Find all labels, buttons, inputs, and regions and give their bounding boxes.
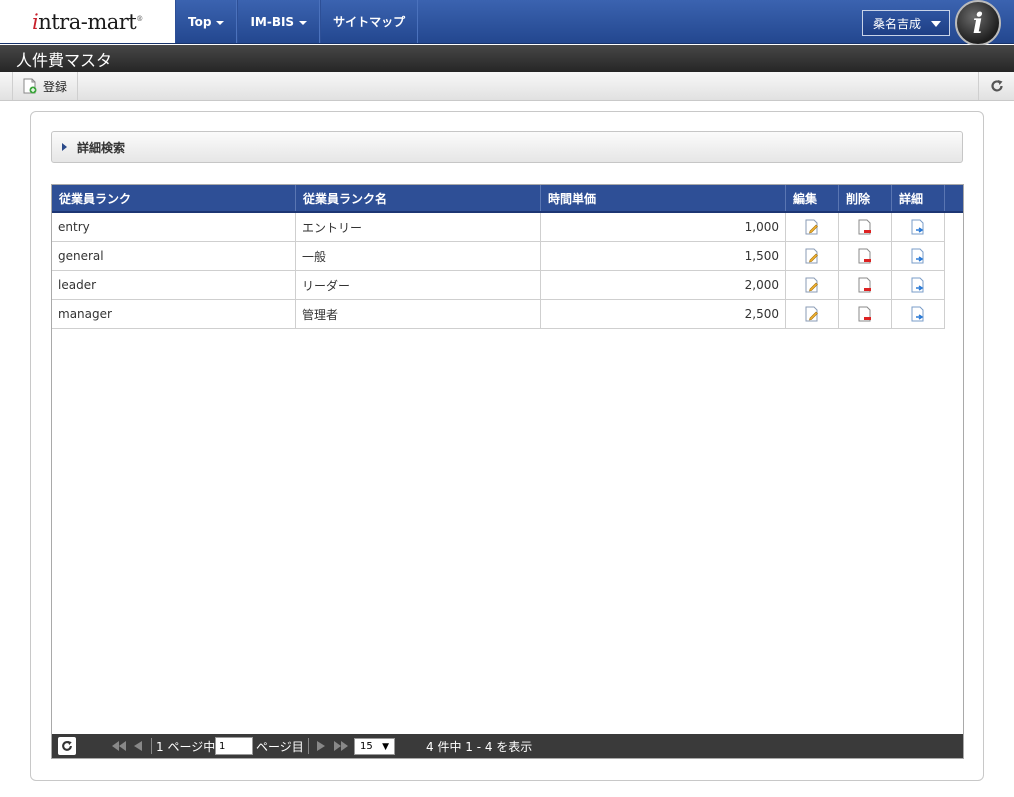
table-row[interactable]: leader リーダー 2,000 bbox=[52, 271, 945, 300]
page-suffix-text: ページ目 bbox=[256, 739, 304, 754]
refresh-icon bbox=[990, 80, 1003, 92]
delete-icon bbox=[858, 248, 871, 264]
expand-arrow-icon bbox=[62, 143, 67, 151]
delete-button[interactable] bbox=[839, 242, 892, 270]
cell-rank-name: リーダー bbox=[296, 271, 541, 299]
edit-button[interactable] bbox=[786, 271, 839, 299]
user-name: 桑名吉成 bbox=[873, 16, 922, 31]
register-button[interactable]: 登録 bbox=[12, 72, 79, 100]
triangle-down-icon bbox=[931, 21, 941, 27]
grid-header: 従業員ランク 従業員ランク名 時間単価 編集 削除 詳細 bbox=[52, 185, 963, 213]
delete-button[interactable] bbox=[839, 213, 892, 241]
col-header-hourly-rate[interactable]: 時間単価 bbox=[541, 185, 786, 211]
col-header-detail: 詳細 bbox=[892, 185, 945, 211]
cell-hourly-rate: 2,000 bbox=[541, 271, 786, 299]
main-nav: Top IM-BIS サイトマップ bbox=[175, 0, 419, 43]
cell-rank-name: 管理者 bbox=[296, 300, 541, 328]
cell-hourly-rate: 1,000 bbox=[541, 213, 786, 241]
advanced-search-label: 詳細検索 bbox=[77, 140, 126, 155]
caret-down-icon bbox=[216, 20, 225, 25]
grid-pager: 1 ページ中 ページ目 15 ▼ 4 件中 1 - 4 を表示 bbox=[52, 734, 963, 758]
cell-rank-name: 一般 bbox=[296, 242, 541, 270]
cell-hourly-rate: 1,500 bbox=[541, 242, 786, 270]
table-row[interactable]: general 一般 1,500 bbox=[52, 242, 945, 271]
first-page-button[interactable] bbox=[112, 734, 126, 758]
data-grid: 従業員ランク 従業員ランク名 時間単価 編集 削除 詳細 entry エントリー… bbox=[51, 184, 964, 759]
last-page-button[interactable] bbox=[334, 734, 348, 758]
nav-im-bis[interactable]: IM-BIS bbox=[237, 0, 321, 43]
cell-rank: general bbox=[52, 242, 296, 270]
top-navbar: intra-mart® Top IM-BIS サイトマップ 桑名吉成 i bbox=[0, 0, 1014, 46]
nav-sitemap[interactable]: サイトマップ bbox=[320, 0, 419, 43]
intra-mart-logo[interactable]: intra-mart® bbox=[0, 0, 175, 43]
register-label: 登録 bbox=[43, 79, 68, 94]
delete-icon bbox=[858, 219, 871, 235]
refresh-button[interactable] bbox=[978, 72, 1014, 100]
caret-down-icon bbox=[299, 20, 308, 25]
logo-text: intra-mart® bbox=[32, 9, 143, 34]
last-page-icon bbox=[334, 741, 348, 751]
cell-rank: leader bbox=[52, 271, 296, 299]
col-header-rank[interactable]: 従業員ランク bbox=[52, 185, 296, 211]
delete-icon bbox=[858, 306, 871, 322]
prev-page-button[interactable] bbox=[134, 734, 142, 758]
next-page-button[interactable] bbox=[317, 734, 325, 758]
content-panel: 詳細検索 従業員ランク 従業員ランク名 時間単価 編集 削除 詳細 entry … bbox=[30, 111, 984, 781]
detail-icon bbox=[911, 248, 924, 264]
table-row[interactable]: manager 管理者 2,500 bbox=[52, 300, 945, 329]
delete-icon bbox=[858, 277, 871, 293]
edit-button[interactable] bbox=[786, 213, 839, 241]
pager-divider bbox=[151, 738, 152, 754]
delete-button[interactable] bbox=[839, 300, 892, 328]
first-page-icon bbox=[112, 741, 126, 751]
edit-button[interactable] bbox=[786, 242, 839, 270]
edit-icon bbox=[805, 306, 818, 322]
pager-refresh-button[interactable] bbox=[58, 737, 76, 755]
next-page-icon bbox=[317, 741, 325, 751]
cell-hourly-rate: 2,500 bbox=[541, 300, 786, 328]
delete-button[interactable] bbox=[839, 271, 892, 299]
total-pages-text: 1 ページ中 bbox=[156, 739, 216, 754]
avatar[interactable]: i bbox=[955, 0, 1001, 46]
pager-divider bbox=[308, 738, 309, 754]
rows-per-page-select[interactable]: 15 ▼ bbox=[354, 738, 395, 755]
detail-button[interactable] bbox=[892, 242, 945, 270]
nav-top[interactable]: Top bbox=[175, 0, 238, 43]
new-document-icon bbox=[23, 78, 37, 94]
col-header-delete: 削除 bbox=[839, 185, 892, 211]
dropdown-arrow-icon: ▼ bbox=[382, 742, 389, 752]
prev-page-icon bbox=[134, 741, 142, 751]
refresh-icon bbox=[62, 740, 72, 751]
edit-icon bbox=[805, 277, 818, 293]
detail-icon bbox=[911, 277, 924, 293]
edit-icon bbox=[805, 248, 818, 264]
detail-button[interactable] bbox=[892, 213, 945, 241]
page-number-input[interactable] bbox=[215, 737, 253, 755]
advanced-search-toggle[interactable]: 詳細検索 bbox=[51, 131, 963, 163]
detail-button[interactable] bbox=[892, 300, 945, 328]
user-menu-button[interactable]: 桑名吉成 bbox=[862, 10, 950, 36]
col-header-edit: 編集 bbox=[786, 185, 839, 211]
detail-icon bbox=[911, 306, 924, 322]
table-row[interactable]: entry エントリー 1,000 bbox=[52, 213, 945, 242]
detail-icon bbox=[911, 219, 924, 235]
col-header-rank-name[interactable]: 従業員ランク名 bbox=[296, 185, 541, 211]
record-summary: 4 件中 1 - 4 を表示 bbox=[426, 739, 533, 754]
cell-rank: entry bbox=[52, 213, 296, 241]
cell-rank: manager bbox=[52, 300, 296, 328]
detail-button[interactable] bbox=[892, 271, 945, 299]
cell-rank-name: エントリー bbox=[296, 213, 541, 241]
page-title-bar: 人件費マスタ bbox=[0, 45, 1014, 72]
toolbar: 登録 bbox=[0, 72, 1014, 101]
edit-button[interactable] bbox=[786, 300, 839, 328]
edit-icon bbox=[805, 219, 818, 235]
page-title: 人件費マスタ bbox=[16, 50, 113, 70]
